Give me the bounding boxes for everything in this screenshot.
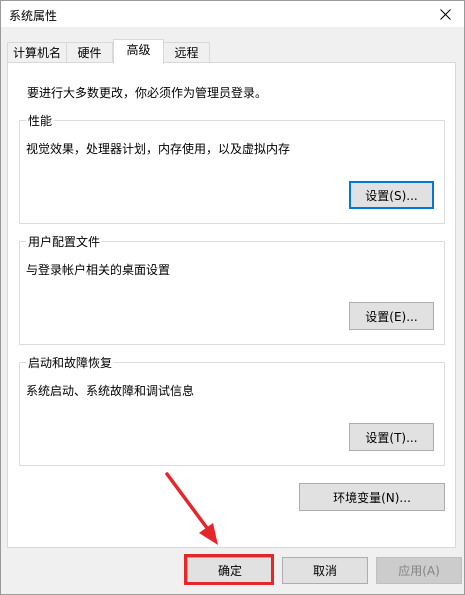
tab-advanced[interactable]: 高级 [113,39,164,64]
annotation-arrow-icon [165,472,218,545]
